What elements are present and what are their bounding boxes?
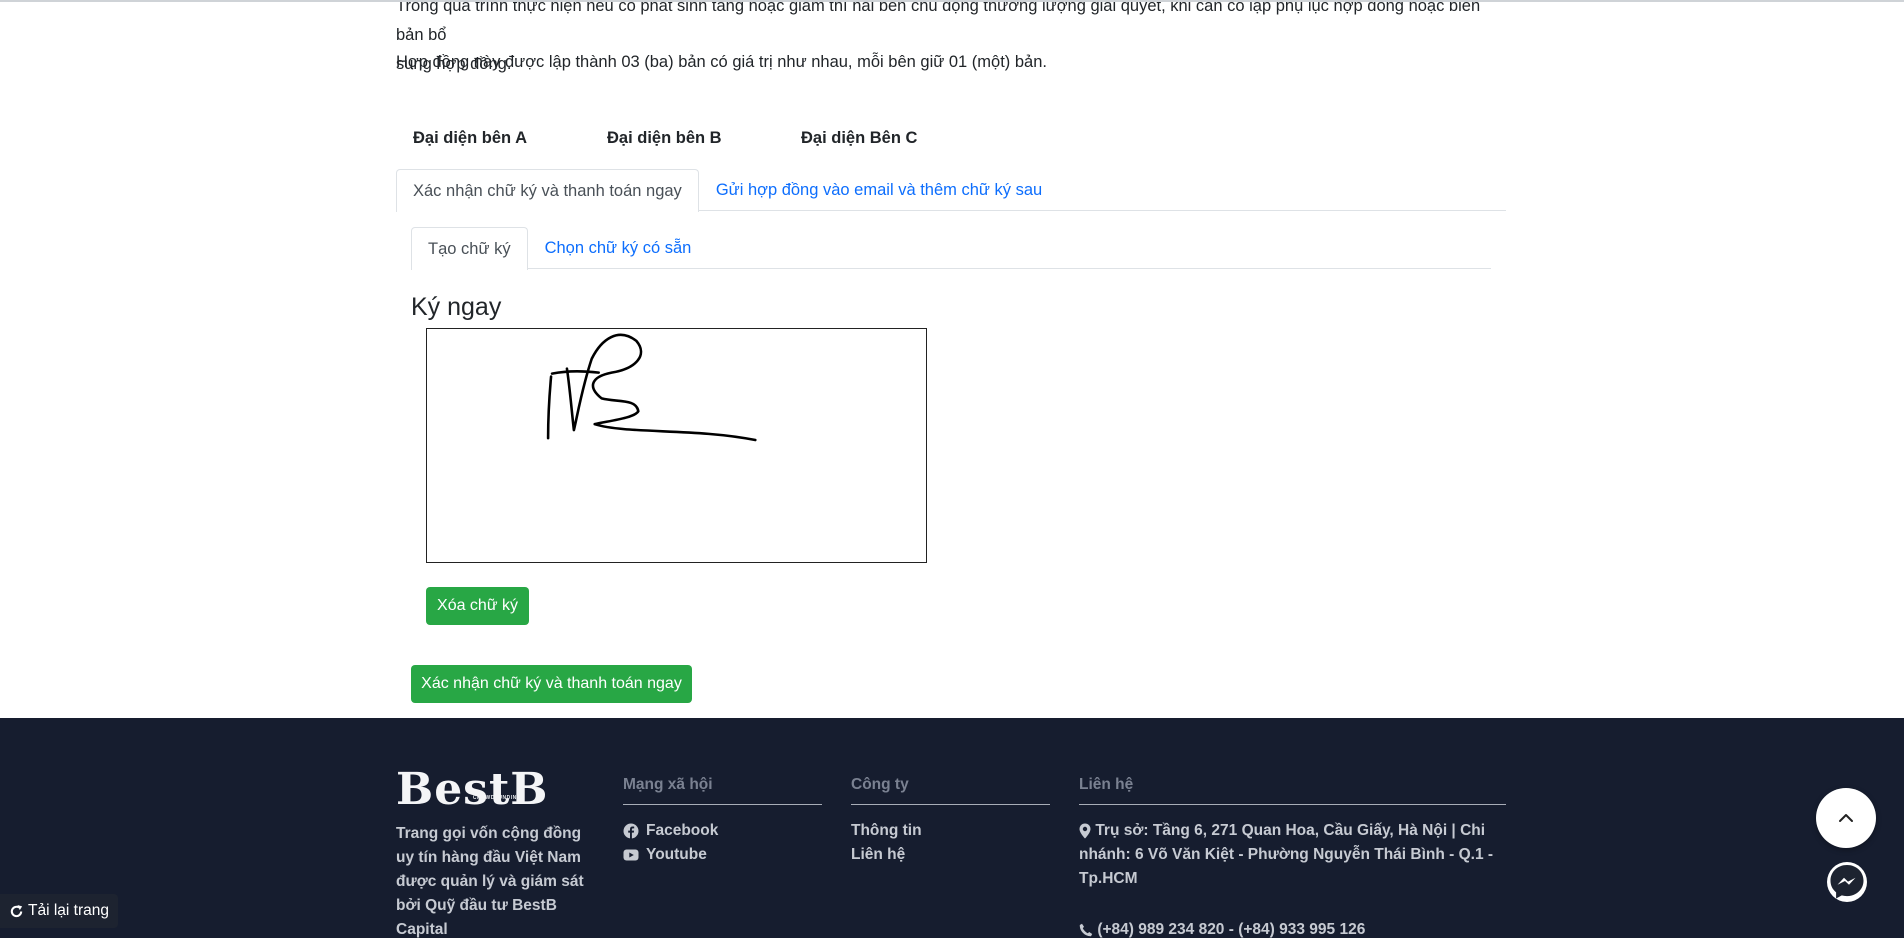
reload-page-button[interactable]: Tải lại trang — [0, 894, 118, 928]
company-heading: Công ty — [851, 776, 1050, 805]
chevron-up-icon — [1839, 814, 1853, 822]
footer-company-column: Công ty Thông tin Liên hệ — [851, 776, 1050, 867]
main-content: Trong quá trình thực hiện nếu có phát si… — [0, 0, 1904, 718]
representative-a: Đại diện bên A — [413, 129, 527, 147]
clipped-paragraph-line1: Trong quá trình thực hiện nếu có phát si… — [396, 0, 1481, 44]
tab-create-signature[interactable]: Tạo chữ ký — [411, 227, 528, 270]
reload-icon — [10, 904, 23, 917]
reload-label: Tải lại trang — [28, 902, 109, 919]
map-marker-icon — [1079, 823, 1091, 839]
contact-heading: Liên hệ — [1079, 776, 1506, 805]
clear-signature-button[interactable]: Xóa chữ ký — [426, 587, 529, 625]
footer-social-column: Mạng xã hội Facebook Youtube — [623, 776, 822, 867]
confirm-signature-button[interactable]: Xác nhận chữ ký và thanh toán ngay — [411, 665, 692, 703]
social-heading: Mạng xã hội — [623, 776, 822, 805]
representatives-row: Đại diện bên A Đại diện bên B Đại diện B… — [413, 129, 995, 148]
page: Trong quá trình thực hiện nếu có phát si… — [0, 0, 1904, 938]
facebook-label: Facebook — [646, 822, 719, 839]
info-link[interactable]: Thông tin — [851, 819, 1050, 843]
youtube-icon — [623, 849, 639, 861]
signature-pad[interactable] — [426, 328, 927, 563]
youtube-label: Youtube — [646, 846, 707, 863]
scroll-to-top-button[interactable] — [1816, 788, 1876, 848]
facebook-icon — [623, 823, 639, 839]
contact-phone: (+84) 989 234 820 - (+84) 933 995 126 — [1079, 921, 1365, 938]
signature-source-tabs: Tạo chữ ký Chọn chữ ký có sẵn — [411, 227, 1491, 270]
tab-confirm-and-pay[interactable]: Xác nhận chữ ký và thanh toán ngay — [396, 169, 699, 212]
footer-contact-column: Liên hệ Trụ sở: Tầng 6, 271 Quan Hoa, Cầ… — [1079, 776, 1506, 891]
phone-text: (+84) 989 234 820 - (+84) 933 995 126 — [1097, 921, 1366, 938]
tab-choose-signature[interactable]: Chọn chữ ký có sẵn — [528, 227, 709, 269]
contact-link[interactable]: Liên hệ — [851, 843, 1050, 867]
messenger-icon — [1830, 865, 1864, 899]
address-text: Trụ sở: Tầng 6, 271 Quan Hoa, Cầu Giấy, … — [1079, 822, 1494, 887]
sign-now-title: Ký ngay — [411, 293, 502, 321]
phone-icon — [1079, 923, 1093, 937]
signing-mode-tabs: Xác nhận chữ ký và thanh toán ngay Gửi h… — [396, 169, 1506, 212]
copies-paragraph: Hợp đồng này được lập thành 03 (ba) bản … — [396, 53, 1047, 71]
footer: CROWDFUNDING BestB Trang gọi vốn cộng đồ… — [0, 718, 1904, 938]
representative-c: Đại diện Bên C — [801, 129, 918, 147]
tab-send-email[interactable]: Gửi hợp đồng vào email và thêm chữ ký sa… — [699, 169, 1059, 211]
contact-address: Trụ sở: Tầng 6, 271 Quan Hoa, Cầu Giấy, … — [1079, 819, 1506, 891]
representative-b: Đại diện bên B — [607, 129, 722, 147]
brand-name: BestB — [396, 764, 549, 815]
messenger-button[interactable] — [1827, 862, 1867, 902]
facebook-link[interactable]: Facebook — [623, 819, 822, 843]
signature-stroke — [546, 333, 757, 442]
top-border — [0, 0, 1904, 2]
youtube-link[interactable]: Youtube — [623, 843, 822, 867]
brand-description: Trang gọi vốn cộng đồng uy tín hàng đầu … — [396, 825, 584, 938]
